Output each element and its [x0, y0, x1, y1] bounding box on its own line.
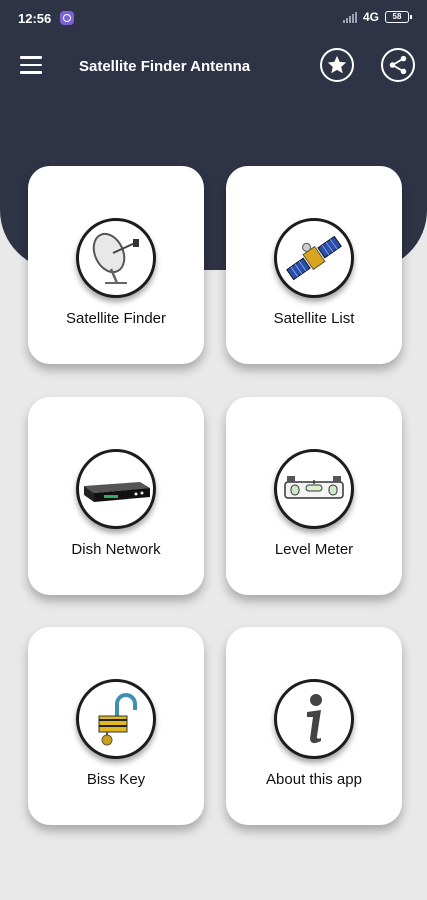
card-label: Satellite List	[273, 310, 355, 327]
star-icon	[327, 55, 347, 74]
receiver-box-icon	[76, 449, 156, 529]
card-satellite-finder[interactable]: Satellite Finder	[28, 166, 204, 364]
rate-button[interactable]	[320, 48, 354, 82]
status-indicators: 4G 58	[342, 10, 412, 24]
share-button[interactable]	[381, 48, 415, 82]
share-icon	[389, 55, 407, 75]
card-label: Dish Network	[71, 541, 161, 558]
card-label: Biss Key	[86, 771, 146, 788]
spirit-level-icon	[274, 449, 354, 529]
satellite-dish-icon	[76, 218, 156, 298]
padlock-key-icon	[76, 679, 156, 759]
info-icon	[274, 679, 354, 759]
card-label: Level Meter	[274, 541, 354, 558]
card-biss-key[interactable]: Biss Key	[28, 627, 204, 825]
app-title: Satellite Finder Antenna	[79, 58, 251, 75]
battery-icon: 58	[385, 11, 412, 23]
toolbar: Satellite Finder Antenna	[0, 44, 427, 88]
card-about-app[interactable]: About this app	[226, 627, 402, 825]
network-type: 4G	[362, 10, 379, 24]
satellite-icon	[274, 218, 354, 298]
status-bar: 12:56 4G 58	[0, 0, 427, 36]
card-level-meter[interactable]: Level Meter	[226, 397, 402, 595]
card-dish-network[interactable]: Dish Network	[28, 397, 204, 595]
hamburger-menu-icon[interactable]	[20, 56, 42, 74]
card-label: About this app	[266, 771, 362, 788]
notification-app-icon	[60, 11, 74, 25]
card-satellite-list[interactable]: Satellite List	[226, 166, 402, 364]
signal-strength-icon	[342, 11, 357, 23]
status-time: 12:56	[18, 11, 52, 26]
card-label: Satellite Finder	[65, 310, 167, 327]
